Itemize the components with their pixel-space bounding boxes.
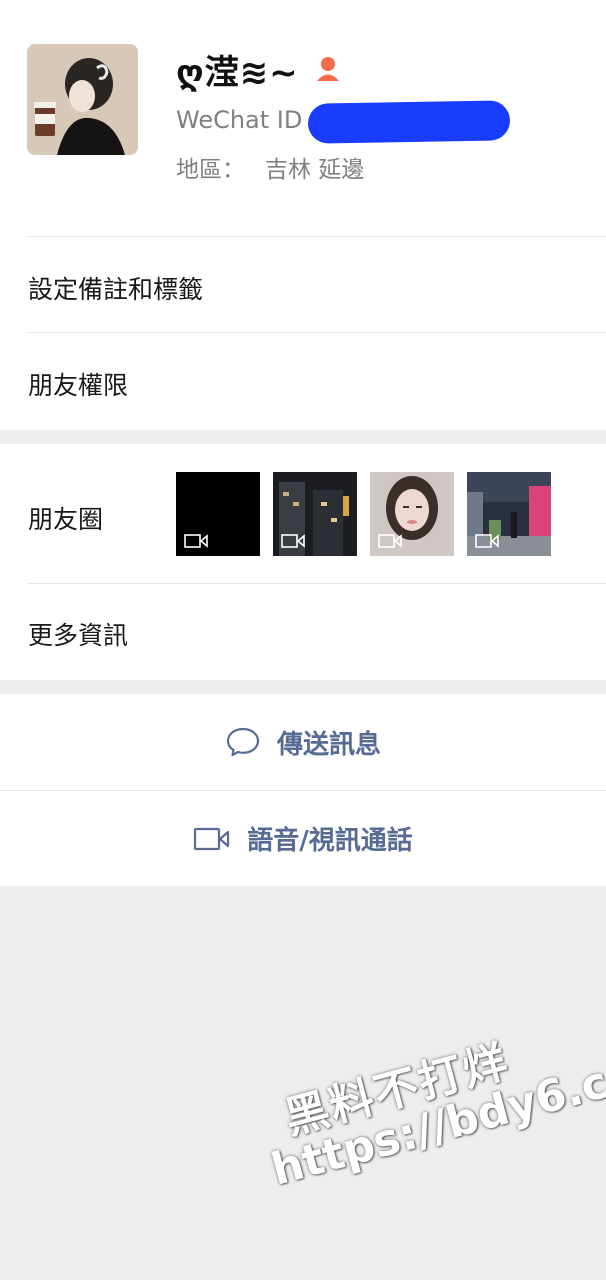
region-value: 吉林 延邊 xyxy=(265,157,365,183)
person-icon xyxy=(316,57,339,81)
more-info-item[interactable]: 更多資訊 xyxy=(28,616,128,652)
send-message-button[interactable]: 傳送訊息 xyxy=(0,694,606,790)
moment-thumb-4[interactable] xyxy=(467,472,551,556)
moment-thumb-3[interactable] xyxy=(370,472,454,556)
send-message-label: 傳送訊息 xyxy=(276,729,381,760)
moment-thumb-2[interactable] xyxy=(273,472,357,556)
video-icon xyxy=(184,534,208,548)
moment-thumb-1[interactable] xyxy=(176,472,260,556)
region: 地區： 吉林 延邊 xyxy=(176,150,364,184)
avatar[interactable] xyxy=(27,44,138,155)
profile-card: ღ滢≋~ WeChat ID : 地區： 吉林 延邊 設定備註和標籤 朋友權限 xyxy=(0,0,606,430)
remark-tags-item[interactable]: 設定備註和標籤 xyxy=(28,270,203,306)
voice-video-call-label: 語音/視訊通話 xyxy=(247,826,413,856)
voice-video-call-button[interactable]: 語音/視訊通話 xyxy=(0,791,606,886)
moments-item-label[interactable]: 朋友圈 xyxy=(28,500,103,536)
wechat-id-label: WeChat ID : xyxy=(176,106,319,134)
divider xyxy=(27,236,606,237)
chat-bubble-icon xyxy=(226,727,260,757)
divider xyxy=(27,332,606,333)
video-icon xyxy=(281,534,305,548)
redaction-mask xyxy=(307,100,511,144)
friend-permissions-item[interactable]: 朋友權限 xyxy=(28,366,128,402)
divider xyxy=(27,583,606,584)
video-icon xyxy=(378,534,402,548)
nickname: ღ滢≋~ xyxy=(176,52,299,93)
region-label: 地區： xyxy=(176,157,245,183)
actions-card: 傳送訊息 語音/視訊通話 xyxy=(0,694,606,886)
name-row: ღ滢≋~ xyxy=(176,44,343,94)
video-call-icon xyxy=(194,827,230,850)
watermark: 黑料不打烊 https://bdy6.co xyxy=(255,1008,606,1196)
video-icon xyxy=(475,534,499,548)
